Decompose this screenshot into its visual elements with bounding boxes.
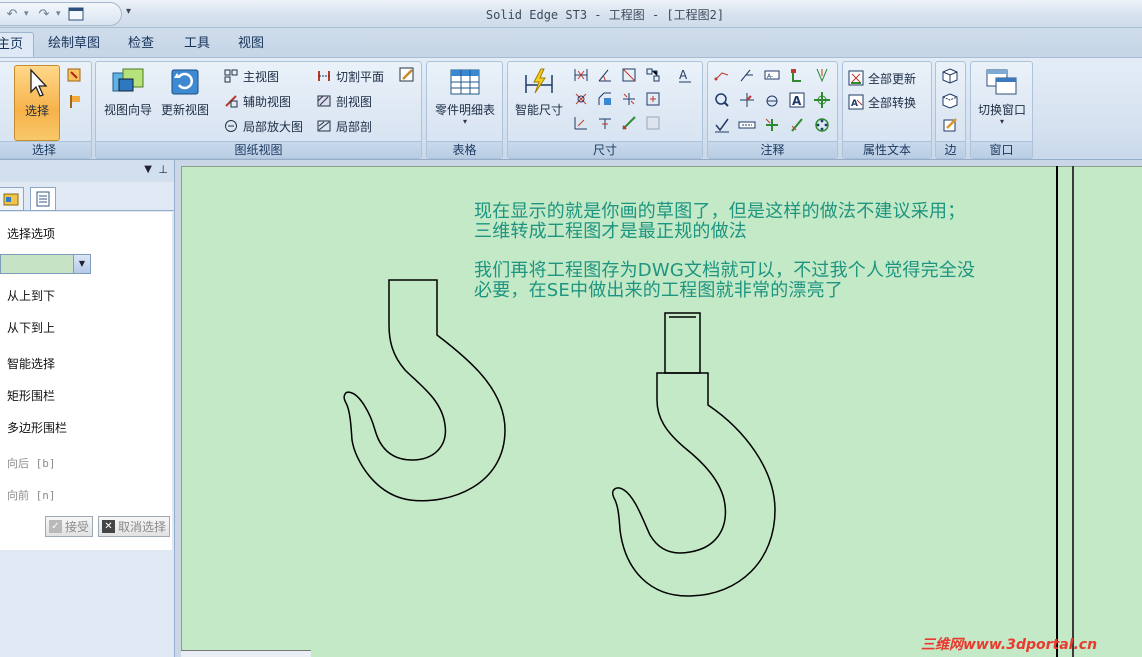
hook-sketches [343, 279, 776, 597]
watermark: 三维网www.3dportal.cn [921, 637, 1098, 653]
hook-sketch-right[interactable] [612, 312, 776, 597]
hook-sketch-left[interactable] [343, 279, 506, 502]
sheet-tab-strip[interactable] [181, 650, 311, 657]
